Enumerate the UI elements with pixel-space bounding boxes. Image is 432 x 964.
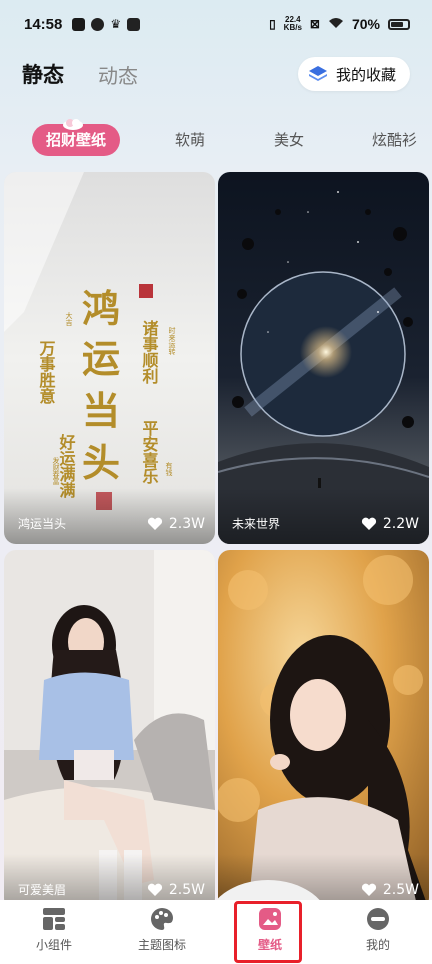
svg-text:大吉: 大吉 [65,311,73,327]
card-title: 可爱美眉 [18,883,67,897]
net-speed: 22.4 KB/s [284,16,302,32]
card-footer: 未来世界 2.2W [218,488,429,544]
status-time: 14:58 [24,15,63,33]
app-notification-icon [91,17,105,31]
svg-text:有钱: 有钱 [165,461,173,476]
svg-text:诸事顺利: 诸事顺利 [140,319,159,385]
svg-text:平安喜乐: 平安喜乐 [140,420,159,485]
svg-text:头: 头 [82,440,120,485]
favorites-button[interactable]: 我的收藏 [297,57,410,91]
nav-theme-icons[interactable]: 主题图标 [112,906,212,953]
likes-count: 2.2W [382,516,419,532]
nav-widgets[interactable]: 小组件 [4,906,104,953]
likes-count: 2.5W [168,882,205,898]
nav-label: 小组件 [35,938,72,952]
tab-dynamic[interactable]: 动态 [98,60,138,89]
wallpaper-card[interactable]: 可爱美眉 2.5W [4,550,215,910]
nav-profile[interactable]: 我的 [328,906,428,953]
tab-static[interactable]: 静态 [22,59,64,89]
category-tab-cool[interactable]: 炫酷衫 [372,124,417,156]
card-footer: 鸿运当头 2.3W [4,488,215,544]
app-notification-icon [72,17,86,31]
likes[interactable]: 2.5W [361,882,419,898]
profile-icon [367,908,389,930]
favorites-label: 我的收藏 [335,65,396,84]
likes[interactable]: 2.3W [147,516,205,532]
category-label: 招财壁纸 [46,131,107,149]
no-sim-icon: ⊠ [309,17,320,31]
message-icon [127,17,141,31]
status-bar: 14:58 ♛ ▯ 22.4 KB/s ⊠ 70% [0,0,432,48]
svg-text:万事胜意: 万事胜意 [37,340,57,405]
cloud-icon [63,119,83,130]
card-title: 未来世界 [232,517,281,531]
palette-icon [151,908,173,930]
svg-text:时来运转: 时来运转 [168,326,176,356]
wallpaper-card[interactable]: 鸿 运 当 头 万事胜意 诸事顺利 平安喜乐 好运满满 大吉 发财春富 时来运转… [4,172,215,544]
likes[interactable]: 2.5W [147,882,205,898]
heart-icon [147,883,162,896]
svg-text:当: 当 [82,388,120,433]
wallpaper-icon [259,908,281,930]
likes-count: 2.5W [382,882,419,898]
nav-label: 我的 [365,938,390,952]
likes-count: 2.3W [168,516,205,532]
category-tabs: 招财壁纸 软萌 美女 炫酷衫 [0,118,432,162]
svg-text:鸿: 鸿 [82,286,120,331]
nav-label: 主题图标 [137,938,186,952]
svg-text:发财春富: 发财春富 [52,456,60,486]
svg-text:运: 运 [82,336,120,381]
heart-icon [361,883,376,896]
layers-icon [308,64,328,84]
nav-label: 壁纸 [257,938,282,952]
wallpaper-card[interactable]: 2.5W [218,550,429,910]
wifi-icon [328,16,344,32]
category-tab-beauty[interactable]: 美女 [274,124,304,156]
likes[interactable]: 2.2W [361,516,419,532]
wallpaper-card[interactable]: 未来世界 2.2W [218,172,429,544]
battery-text: 70% [351,16,380,32]
widget-icon [43,908,65,930]
category-tab-fortune[interactable]: 招财壁纸 [32,119,121,156]
crown-icon: ♛ [110,17,122,31]
card-title: 鸿运当头 [18,517,67,531]
category-tab-cute[interactable]: 软萌 [175,124,205,156]
header: 静态 动态 我的收藏 [0,52,432,96]
heart-icon [361,517,376,530]
net-speed-unit: KB/s [283,23,302,32]
bottom-nav: 小组件 主题图标 壁纸 我的 [0,900,432,964]
battery-icon [388,18,410,30]
vibrate-icon: ▯ [269,17,276,31]
nav-wallpaper[interactable]: 壁纸 [220,906,320,953]
heart-icon [147,517,162,530]
